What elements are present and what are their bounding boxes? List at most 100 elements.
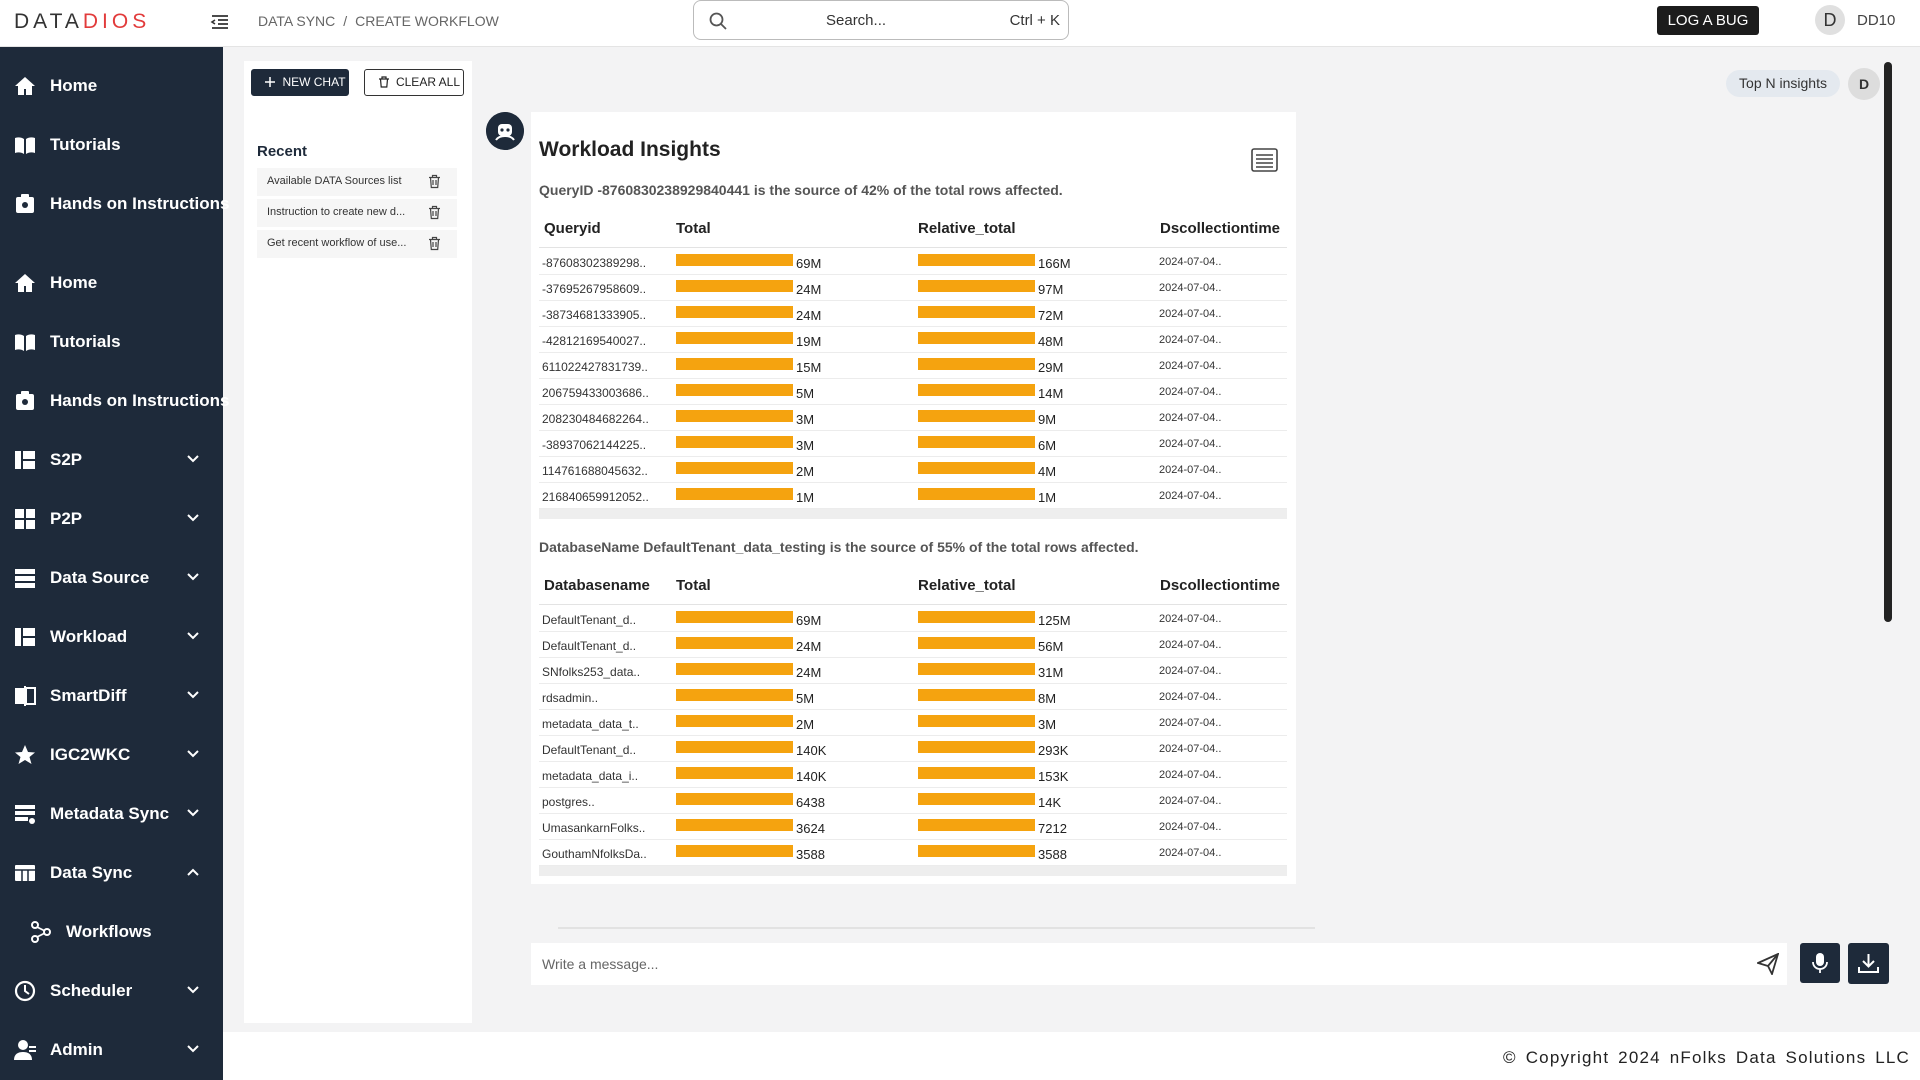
instructions-icon xyxy=(16,194,34,213)
sidebar-item-hands-on[interactable]: Hands on Instructions xyxy=(0,181,229,225)
total-bar xyxy=(676,254,793,266)
row-identifier: 208230484682264.. xyxy=(542,412,649,426)
total-value: 69M xyxy=(796,256,822,271)
row-identifier: 611022427831739.. xyxy=(542,360,648,374)
table-row: -38937062144225.. 3M 6M 2024-07-04.. xyxy=(539,431,1287,457)
table-scroll-track[interactable] xyxy=(539,509,1287,519)
total-bar xyxy=(676,332,793,344)
recent-chat-item[interactable]: Instruction to create new d... xyxy=(257,199,457,227)
sidebar-item-scheduler[interactable]: Scheduler xyxy=(0,968,223,1012)
sidebar-item-home[interactable]: Home xyxy=(0,63,223,107)
log-bug-button[interactable]: LOG A BUG xyxy=(1657,6,1759,35)
chevron-down-icon xyxy=(187,632,199,640)
dashboard-icon xyxy=(15,628,35,646)
search-box[interactable]: Search... Ctrl + K xyxy=(693,0,1069,40)
sidebar-item-workflows[interactable]: Workflows xyxy=(0,909,223,953)
user-name[interactable]: DD10 xyxy=(1857,12,1895,29)
sidebar-item-data-sync[interactable]: Data Sync xyxy=(0,850,223,894)
collection-time: 2024-07-04.. xyxy=(1159,334,1222,346)
instructions-icon xyxy=(16,391,34,410)
table-scroll-track[interactable] xyxy=(539,866,1287,876)
table-view-icon[interactable] xyxy=(1251,148,1278,172)
trash-icon[interactable] xyxy=(427,174,442,189)
column-header[interactable]: Total xyxy=(676,220,711,237)
sidebar-item-label: Metadata Sync xyxy=(50,804,170,823)
column-header[interactable]: Dscollectiontime xyxy=(1160,220,1280,237)
column-header[interactable]: Relative_total xyxy=(918,220,1016,237)
home-icon xyxy=(15,274,35,292)
admin-icon xyxy=(14,1040,36,1060)
sidebar-item-label: Home xyxy=(50,273,98,292)
relative-total-bar xyxy=(918,306,1035,318)
column-header[interactable]: Total xyxy=(676,577,711,594)
total-value: 15M xyxy=(796,360,822,375)
sidebar-item-p2p[interactable]: P2P xyxy=(0,496,223,540)
sidebar-item-label: Data Source xyxy=(50,568,150,587)
new-chat-button[interactable]: NEW CHAT xyxy=(251,69,349,96)
sidebar-item-tutorials[interactable]: Tutorials xyxy=(0,122,223,166)
table-row: -87608302389298.. 69M 166M 2024-07-04.. xyxy=(539,249,1287,275)
total-value: 3588 xyxy=(796,847,825,862)
relative-total-bar xyxy=(918,819,1035,831)
collection-time: 2024-07-04.. xyxy=(1159,256,1222,268)
total-value: 140K xyxy=(796,743,827,758)
microphone-button[interactable] xyxy=(1800,943,1840,983)
total-value: 19M xyxy=(796,334,822,349)
relative-total-value: 293K xyxy=(1038,743,1069,758)
sidebar-item-hands-on-2[interactable]: Hands on Instructions xyxy=(0,378,229,422)
sidebar-item-data-source[interactable]: Data Source xyxy=(0,555,223,599)
column-header[interactable]: Databasename xyxy=(544,577,650,594)
datadios-logo[interactable]: DATADIOS xyxy=(14,10,150,34)
row-identifier: postgres.. xyxy=(542,795,595,809)
message-input[interactable] xyxy=(531,943,1787,985)
relative-total-value: 3M xyxy=(1038,717,1057,732)
trash-icon[interactable] xyxy=(427,236,442,251)
download-button[interactable] xyxy=(1848,943,1889,984)
collection-time: 2024-07-04.. xyxy=(1159,308,1222,320)
sidebar-item-workload[interactable]: Workload xyxy=(0,614,223,658)
collection-time: 2024-07-04.. xyxy=(1159,821,1222,833)
user-avatar[interactable]: D xyxy=(1815,5,1845,35)
chevron-down-icon xyxy=(187,1045,199,1053)
table-row: rdsadmin.. 5M 8M 2024-07-04.. xyxy=(539,684,1287,710)
total-bar xyxy=(676,845,793,857)
sidebar-item-igc2wkc[interactable]: IGC2WKC xyxy=(0,732,223,776)
sidebar-item-s2p[interactable]: S2P xyxy=(0,437,223,481)
recent-chat-item[interactable]: Get recent workflow of use... xyxy=(257,230,457,258)
relative-total-bar xyxy=(918,741,1035,753)
relative-total-bar xyxy=(918,280,1035,292)
sidebar-item-home-2[interactable]: Home xyxy=(0,260,223,304)
relative-total-value: 48M xyxy=(1038,334,1064,349)
breadcrumb-data-sync[interactable]: DATA SYNC xyxy=(258,13,335,29)
sidebar-item-metadata-sync[interactable]: Metadata Sync xyxy=(0,791,223,835)
home-icon xyxy=(15,77,35,95)
table-row: 611022427831739.. 15M 29M 2024-07-04.. xyxy=(539,353,1287,379)
table-row: 208230484682264.. 3M 9M 2024-07-04.. xyxy=(539,405,1287,431)
sidebar-item-admin[interactable]: Admin xyxy=(0,1027,223,1071)
trash-icon[interactable] xyxy=(427,205,442,220)
column-header[interactable]: Dscollectiontime xyxy=(1160,577,1280,594)
relative-total-value: 97M xyxy=(1038,282,1064,297)
sidebar-item-label: SmartDiff xyxy=(50,686,127,705)
total-bar xyxy=(676,306,793,318)
search-placeholder: Search... xyxy=(826,12,887,29)
column-header[interactable]: Queryid xyxy=(544,220,601,237)
collection-time: 2024-07-04.. xyxy=(1159,665,1222,677)
relative-total-value: 166M xyxy=(1038,256,1071,271)
collection-time: 2024-07-04.. xyxy=(1159,613,1222,625)
relative-total-bar xyxy=(918,488,1035,500)
sidebar-item-label: Home xyxy=(50,76,98,95)
recent-chat-item[interactable]: Available DATA Sources list xyxy=(257,168,457,196)
relative-total-bar xyxy=(918,663,1035,675)
sidebar-item-smartdiff[interactable]: SmartDiff xyxy=(0,673,223,717)
main-scrollbar[interactable] xyxy=(1884,62,1892,622)
sidebar-item-label: P2P xyxy=(50,509,83,528)
collection-time: 2024-07-04.. xyxy=(1159,464,1222,476)
sidebar-item-tutorials-2[interactable]: Tutorials xyxy=(0,319,223,363)
row-identifier: -42812169540027.. xyxy=(542,334,647,348)
menu-collapse-icon[interactable] xyxy=(210,12,230,32)
clear-all-button[interactable]: CLEAR ALL xyxy=(364,69,464,96)
total-value: 2M xyxy=(796,717,815,732)
send-icon[interactable] xyxy=(1757,953,1779,975)
column-header[interactable]: Relative_total xyxy=(918,577,1016,594)
